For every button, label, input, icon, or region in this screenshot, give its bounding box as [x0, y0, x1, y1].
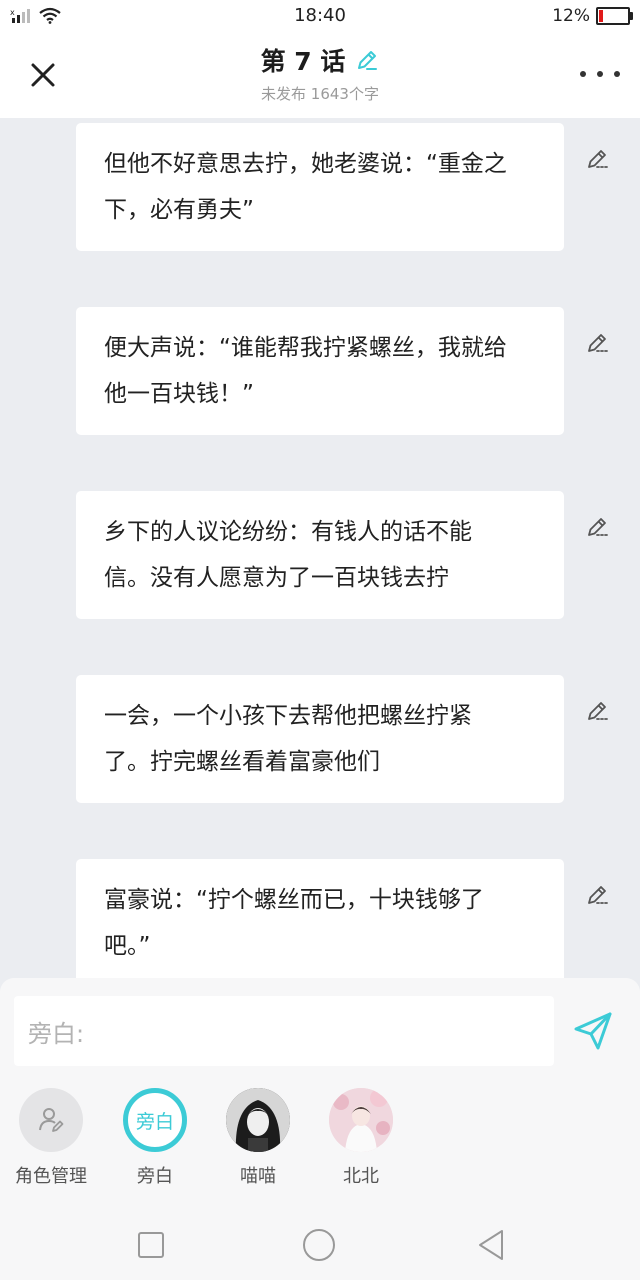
- title-row[interactable]: 第 7 话: [261, 42, 380, 78]
- message-line: 乡下的人议论纷纷：有钱人的话不能: [104, 519, 472, 545]
- battery-percent: 12%: [552, 6, 590, 26]
- more-icon-dot: [597, 71, 603, 77]
- edit-icon[interactable]: [586, 698, 610, 722]
- more-icon-dot: [580, 71, 586, 77]
- message-line: 了。拧完螺丝看着富豪他们: [104, 749, 380, 775]
- header: 第 7 话 未发布 1643个字: [0, 34, 640, 118]
- message-line: 但他不好意思去拧，她老婆说：“重金之: [104, 151, 507, 177]
- battery-level: [599, 10, 603, 22]
- avatar: [226, 1088, 290, 1152]
- message-bubble[interactable]: 但他不好意思去拧，她老婆说：“重金之 下，必有勇夫”: [76, 123, 564, 251]
- message-line: 信。没有人愿意为了一百块钱去拧: [104, 565, 449, 591]
- battery-indicator: 12%: [552, 6, 633, 26]
- message-line: 下，必有勇夫”: [104, 197, 254, 223]
- back-button[interactable]: [474, 1228, 508, 1262]
- chapter-status: 未发布 1643个字: [261, 85, 379, 103]
- title-area: 第 7 话 未发布 1643个字: [0, 42, 640, 104]
- circle-icon: [303, 1229, 335, 1261]
- message-bubble[interactable]: 便大声说：“谁能帮我拧紧螺丝，我就给 他一百块钱！”: [76, 307, 564, 435]
- battery-icon: [596, 7, 633, 25]
- status-bar: x 18:40 12%: [0, 0, 640, 34]
- message-bubble[interactable]: 富豪说：“拧个螺丝而已，十块钱够了 吧。”: [76, 859, 564, 978]
- message-bubble[interactable]: 乡下的人议论纷纷：有钱人的话不能 信。没有人愿意为了一百块钱去拧: [76, 491, 564, 619]
- message-line: 一会，一个小孩下去帮他把螺丝拧紧: [104, 703, 472, 729]
- input-placeholder: 旁白:: [28, 1019, 85, 1048]
- message-line: 富豪说：“拧个螺丝而已，十块钱够了: [104, 887, 484, 913]
- role-manage-button[interactable]: 角色管理: [1, 1088, 101, 1188]
- role-miaomiao[interactable]: 喵喵: [208, 1088, 308, 1188]
- message-bubble[interactable]: 一会，一个小孩下去帮他把螺丝拧紧 了。拧完螺丝看着富豪他们: [76, 675, 564, 803]
- send-icon[interactable]: [570, 1008, 616, 1054]
- triangle-back-icon: [479, 1230, 503, 1260]
- edit-icon[interactable]: [586, 330, 610, 354]
- role-beibei[interactable]: 北北: [311, 1088, 411, 1188]
- narration-input[interactable]: 旁白:: [14, 996, 554, 1066]
- square-icon: [138, 1232, 164, 1258]
- role-label: 角色管理: [15, 1166, 87, 1187]
- role-label: 北北: [343, 1166, 379, 1187]
- message-line: 便大声说：“谁能帮我拧紧螺丝，我就给: [104, 335, 507, 361]
- avatar: 旁白: [123, 1088, 187, 1152]
- message-line: 吧。”: [104, 933, 151, 959]
- chapter-title: 第 7 话: [260, 47, 346, 76]
- more-icon-dot: [614, 71, 620, 77]
- avatar: [19, 1088, 83, 1152]
- role-selector: 角色管理 旁白 旁白 喵喵 北北: [0, 1088, 640, 1198]
- role-label: 喵喵: [240, 1166, 276, 1187]
- system-nav-bar: [0, 1210, 640, 1280]
- edit-icon[interactable]: [586, 146, 610, 170]
- user-edit-icon: [39, 1108, 64, 1132]
- role-narrator[interactable]: 旁白 旁白: [105, 1088, 205, 1188]
- home-button[interactable]: [302, 1228, 336, 1262]
- avatar: [329, 1088, 393, 1152]
- compose-panel: 旁白: 角色管理 旁白 旁白 喵喵 北北: [0, 978, 640, 1280]
- recent-apps-button[interactable]: [134, 1228, 168, 1262]
- message-line: 他一百块钱！”: [104, 381, 254, 407]
- character-avatar-image: [226, 1088, 290, 1152]
- edit-icon[interactable]: [586, 514, 610, 538]
- edit-icon[interactable]: [586, 882, 610, 906]
- message-list[interactable]: 但他不好意思去拧，她老婆说：“重金之 下，必有勇夫” 便大声说：“谁能帮我拧紧螺…: [0, 118, 640, 978]
- character-avatar-image: [329, 1088, 393, 1152]
- status-time: 18:40: [294, 5, 346, 26]
- pencil-icon[interactable]: [355, 48, 379, 72]
- role-label: 旁白: [137, 1166, 173, 1187]
- more-button[interactable]: [580, 62, 620, 86]
- avatar-text: 旁白: [135, 1110, 174, 1133]
